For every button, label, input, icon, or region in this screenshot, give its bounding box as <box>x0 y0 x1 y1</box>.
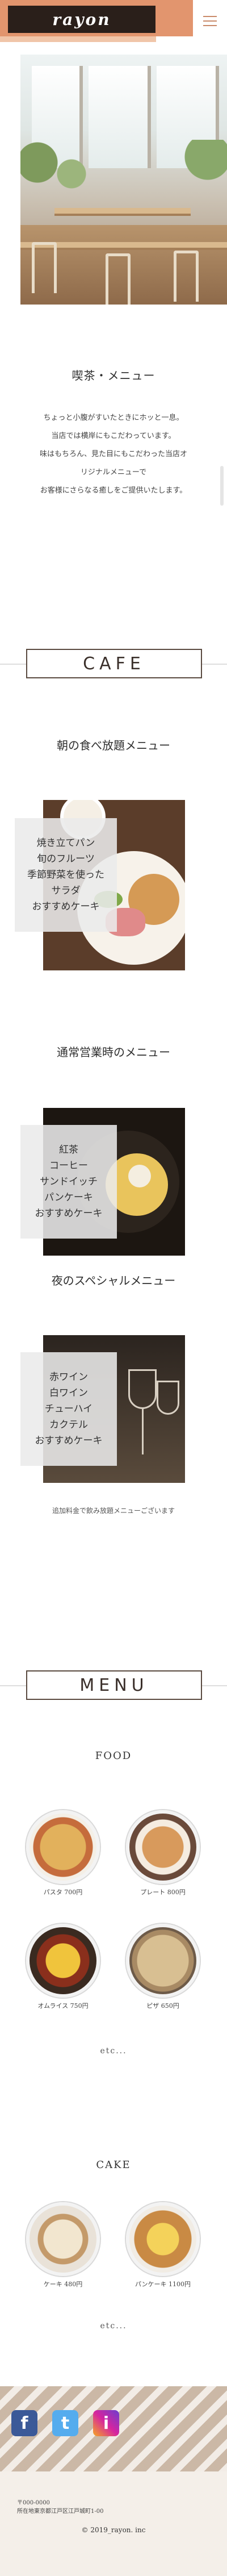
address-line: 所在地東京都江戸区江戸城町1-00 <box>17 2508 104 2515</box>
site-footer: f t i 〒000-0000 所在地東京都江戸区江戸城町1-00 © 2019… <box>0 2386 227 2576</box>
night-items-overlay: 赤ワイン 白ワイン チューハイ カクテル おすすめケーキ <box>20 1352 117 1466</box>
pasta-image <box>26 1810 100 1884</box>
page: rayon 喫茶・メニュー ちょっと小腹がすいたときにホッと一息。 当店では横岸… <box>0 0 227 2576</box>
facebook-icon[interactable]: f <box>11 2410 37 2436</box>
chair <box>32 242 57 293</box>
dish-card[interactable]: ピザ 650円 <box>126 1924 200 2010</box>
cafe-section-banner: CAFE <box>26 649 202 678</box>
intro-text: ちょっと小腹がすいたときにホッと一息。 当店では横岸にもこだわっています。 味は… <box>0 409 227 500</box>
chair <box>174 251 199 302</box>
hamburger-line <box>203 16 217 17</box>
hamburger-line <box>203 25 217 26</box>
breakfast-menu-title: 朝の食べ放題メニュー <box>57 739 170 752</box>
cake-image <box>26 2202 100 2276</box>
menu-item: おすすめケーキ <box>35 1208 103 1219</box>
night-menu-title: 夜のスペシャルメニュー <box>51 1274 176 1287</box>
intro-line: リジナルメニューで <box>80 468 147 477</box>
menu-item: パンケーキ <box>44 1192 93 1203</box>
menu-item: 旬のフルーツ <box>37 853 95 865</box>
menu-item: おすすめケーキ <box>32 901 100 912</box>
wine-glass-stem <box>142 1409 144 1454</box>
menu-item: コーヒー <box>49 1160 88 1172</box>
plate-image <box>126 1810 200 1884</box>
scroll-indicator <box>220 466 224 506</box>
menu-item: 白ワイン <box>49 1387 88 1399</box>
breakfast-items-overlay: 焼き立てパン 旬のフルーツ 季節野菜を使った サラダ おすすめケーキ <box>15 818 117 932</box>
wine-glass <box>157 1381 179 1415</box>
hamburger-line <box>203 20 217 22</box>
footer-address: 〒000-0000 所在地東京都江戸区江戸城町1-00 <box>17 2499 103 2516</box>
dish-caption: パスタ 700円 <box>43 1889 83 1896</box>
intro-line: お客様にさらなる癒しをご提供いたします。 <box>40 486 187 495</box>
food-etc: etc... <box>100 2046 127 2056</box>
hamburger-menu-button[interactable] <box>193 0 227 42</box>
menu-item: おすすめケーキ <box>35 1435 103 1447</box>
twitter-icon[interactable]: t <box>52 2410 78 2436</box>
dish-card[interactable]: オムライス 750円 <box>26 1924 100 2010</box>
dish-card[interactable]: プレート 800円 <box>126 1810 200 1896</box>
cake-etc: etc... <box>100 2321 127 2331</box>
pizza-image <box>126 1924 200 1998</box>
copyright: © 2019_rayon. inc <box>81 2526 146 2534</box>
cream <box>128 1165 151 1187</box>
address-line: 〒000-0000 <box>17 2500 50 2506</box>
footer-info: 〒000-0000 所在地東京都江戸区江戸城町1-00 © 2019_rayon… <box>0 2471 227 2576</box>
dish-caption: オムライス 750円 <box>37 2002 89 2010</box>
header-band-accent <box>0 36 156 42</box>
menu-item: サラダ <box>51 885 81 897</box>
site-logo[interactable]: rayon <box>8 6 155 33</box>
chair <box>106 253 131 305</box>
instagram-icon[interactable]: i <box>93 2410 119 2436</box>
menu-item: チューハイ <box>44 1403 93 1415</box>
window-trees <box>20 140 227 202</box>
regular-menu-title: 通常営業時のメニュー <box>57 1045 170 1059</box>
wine-glass <box>128 1369 157 1409</box>
dish-caption: ケーキ 480円 <box>43 2281 83 2288</box>
dish-caption: ピザ 650円 <box>146 2002 179 2010</box>
menu-item: サンドイッチ <box>40 1176 98 1187</box>
dish-caption: パンケーキ 1100円 <box>134 2281 191 2288</box>
intro-line: 当店では横岸にもこだわっています。 <box>51 432 176 440</box>
dish-card[interactable]: パンケーキ 1100円 <box>126 2202 200 2289</box>
intro-line: ちょっと小腹がすいたときにホッと一息。 <box>43 414 184 422</box>
intro-line: 味はもちろん、見た目にもこだわった当店オ <box>39 450 187 458</box>
omurice-image <box>26 1924 100 1998</box>
intro-title: 喫茶・メニュー <box>72 369 155 382</box>
dish-card[interactable]: ケーキ 480円 <box>26 2202 100 2289</box>
pancake-image <box>126 2202 200 2276</box>
dish-caption: プレート 800円 <box>140 1889 186 1896</box>
cake-heading: CAKE <box>96 2159 131 2171</box>
drink-note: 追加料金で飲み放題メニューございます <box>52 1507 175 1515</box>
regular-items-overlay: 紅茶 コーヒー サンドイッチ パンケーキ おすすめケーキ <box>20 1125 117 1239</box>
hero-cafe-interior-photo <box>20 55 227 305</box>
menu-section-banner: MENU <box>26 1670 202 1700</box>
menu-item: カクテル <box>49 1419 88 1431</box>
menu-item: 紅茶 <box>59 1144 78 1156</box>
food-heading: FOOD <box>95 1750 132 1762</box>
menu-item: 季節野菜を使った <box>27 869 104 881</box>
site-header: rayon <box>0 0 227 50</box>
menu-item: 赤ワイン <box>49 1372 88 1383</box>
menu-item: 焼き立てパン <box>36 837 95 849</box>
dish-card[interactable]: パスタ 700円 <box>26 1810 100 1896</box>
table <box>54 208 191 216</box>
